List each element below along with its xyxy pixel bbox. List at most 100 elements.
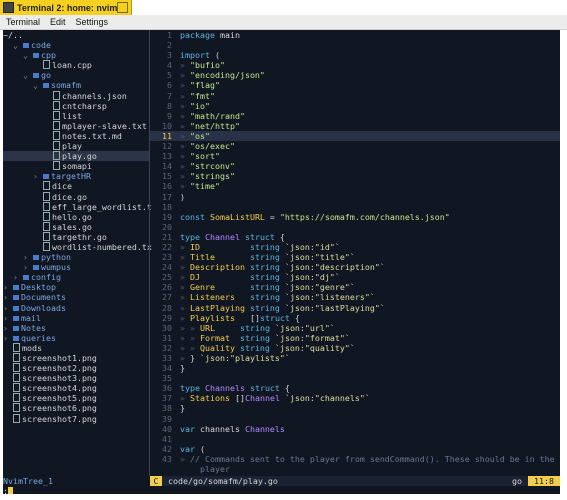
code-line[interactable]: 34} — [150, 363, 560, 373]
tree-folder[interactable]: ⌄ code — [3, 40, 149, 50]
code-line[interactable]: 23 » Title string `json:"title"` — [150, 252, 560, 262]
tree-file[interactable]: targethr.go — [3, 231, 149, 242]
code-line[interactable]: 11 » "os" — [150, 130, 560, 142]
terminal-area[interactable]: ~/.. ⌄ code ⌄ cpp loan.cpp ⌄ go ⌄ somafm… — [3, 30, 560, 494]
code-line[interactable]: 4 » "bufio" — [150, 60, 560, 70]
chevron-down-icon[interactable]: ⌄ — [33, 80, 43, 90]
chevron-right-icon[interactable]: › — [3, 333, 13, 343]
code-line[interactable]: 16 » "time" — [150, 181, 560, 191]
tree-folder[interactable]: ⌄ cpp — [3, 50, 149, 60]
code-line[interactable]: 1 package main — [150, 30, 560, 40]
code-line[interactable]: 36 type Channels struct { — [150, 383, 560, 393]
tree-folder[interactable]: › mail — [3, 313, 149, 323]
code-line[interactable]: 33 » } `json:"playlists"` — [150, 353, 560, 363]
code-line[interactable]: 2 — [150, 40, 560, 50]
tree-file[interactable]: list — [3, 110, 149, 121]
menu-edit[interactable]: Edit — [50, 17, 66, 27]
chevron-right-icon[interactable]: › — [13, 272, 23, 282]
tree-file[interactable]: cntcharsp — [3, 100, 149, 111]
tree-file[interactable]: dice.go — [3, 191, 149, 202]
chevron-down-icon[interactable]: ⌄ — [23, 70, 33, 80]
code-line[interactable]: 37 » Stations []Channel `json:"channels"` — [150, 393, 560, 403]
code-line[interactable]: 32 » » Quality string `json:"quality"` — [150, 343, 560, 353]
code-line[interactable]: player — [150, 464, 560, 474]
tree-folder[interactable]: › Downloads — [3, 303, 149, 313]
detach-icon[interactable] — [117, 2, 128, 13]
tree-file[interactable]: screenshot5.png — [3, 393, 149, 403]
code-line[interactable]: 9 » "math/rand" — [150, 111, 560, 121]
tree-folder[interactable]: ⌄ somafm — [3, 80, 149, 90]
code-line[interactable]: 39 — [150, 414, 560, 424]
code-line[interactable]: 26 » Genre string `json:"genre"` — [150, 282, 560, 292]
chevron-right-icon[interactable]: › — [33, 171, 43, 181]
tree-file[interactable]: somapi — [3, 161, 149, 171]
tree-file[interactable]: channels.json — [3, 90, 149, 101]
code-line[interactable]: 22 » ID string `json:"id"` — [150, 242, 560, 252]
chevron-down-icon[interactable]: ⌄ — [23, 50, 33, 60]
tree-file[interactable]: eff_large_wordlist.t — [3, 201, 152, 212]
chevron-right-icon[interactable]: › — [3, 303, 13, 313]
menu-terminal[interactable]: Terminal — [6, 17, 40, 27]
code-line[interactable]: 29 » Playlists []struct { — [150, 313, 560, 323]
file-tree[interactable]: ~/.. ⌄ code ⌄ cpp loan.cpp ⌄ go ⌄ somafm… — [3, 30, 152, 476]
code-line[interactable]: 30 » » URL string `json:"url"` — [150, 323, 560, 333]
code-line[interactable]: 17) — [150, 192, 560, 202]
code-line[interactable]: 10 » "net/http" — [150, 121, 560, 131]
tree-folder[interactable]: › Documents — [3, 292, 149, 302]
chevron-down-icon[interactable]: ⌄ — [13, 40, 23, 50]
code-line[interactable]: 7 » "fmt" — [150, 91, 560, 101]
code-line[interactable]: 5 » "encoding/json" — [150, 70, 560, 80]
code-line[interactable]: 12 » "os/exec" — [150, 141, 560, 151]
tree-folder[interactable]: › queries — [3, 333, 149, 343]
code-line[interactable]: 40 var channels Channels — [150, 424, 560, 434]
tree-file[interactable]: play — [3, 141, 149, 151]
tree-file[interactable]: loan.cpp — [3, 60, 149, 70]
tree-folder[interactable]: › python — [3, 252, 149, 262]
code-line[interactable]: 14 » "strconv" — [150, 161, 560, 171]
tree-folder[interactable]: › config — [3, 272, 149, 282]
terminal-tab[interactable]: Terminal 2: home: nvim — [0, 0, 132, 15]
code-line[interactable]: 6 » "flag" — [150, 80, 560, 90]
code-line[interactable]: 8 » "io" — [150, 101, 560, 111]
code-line[interactable]: 18 — [150, 202, 560, 212]
chevron-right-icon[interactable]: › — [3, 323, 13, 333]
code-line[interactable]: 19 const SomaListURL = "https://somafm.co… — [150, 212, 560, 222]
tree-file[interactable]: screenshot3.png — [3, 373, 149, 383]
chevron-right-icon[interactable]: › — [3, 313, 13, 323]
code-line[interactable]: 15 » "strings" — [150, 171, 560, 181]
code-line[interactable]: 3 import ( — [150, 50, 560, 60]
tree-folder[interactable]: › Notes — [3, 323, 149, 333]
chevron-right-icon[interactable]: › — [3, 282, 13, 292]
tree-file[interactable]: screenshot6.png — [3, 403, 149, 413]
code-line[interactable]: 28 » LastPlaying string `json:"lastPlayin… — [150, 303, 560, 313]
tree-file[interactable]: screenshot4.png — [3, 383, 149, 393]
code-line[interactable]: 21 type Channel struct { — [150, 232, 560, 242]
tree-file[interactable]: mplayer-slave.txt — [3, 120, 149, 131]
code-line[interactable]: 42 var ( — [150, 444, 560, 454]
code-line[interactable]: 13 » "sort" — [150, 151, 560, 161]
code-line[interactable]: 27 » Listeners string `json:"listeners"` — [150, 292, 560, 302]
tree-folder[interactable]: ⌄ go — [3, 70, 149, 80]
command-line[interactable]: : — [3, 486, 560, 494]
tree-file[interactable]: screenshot2.png — [3, 363, 149, 373]
tree-folder[interactable]: › targetHR — [3, 171, 149, 181]
code-line[interactable]: 35 — [150, 373, 560, 383]
tree-file[interactable]: screenshot1.png — [3, 353, 149, 363]
tree-file[interactable]: wordlist-numbered.tx — [3, 241, 152, 252]
chevron-right-icon[interactable]: › — [3, 292, 13, 302]
tree-file[interactable]: mods — [3, 342, 149, 353]
tree-folder[interactable]: › Desktop — [3, 282, 149, 292]
code-line[interactable]: 20 — [150, 222, 560, 232]
code-line[interactable]: 25 » DJ string `json:"dj"` — [150, 272, 560, 282]
chevron-right-icon[interactable]: › — [23, 262, 33, 272]
code-line[interactable]: 43 » // Commands sent to the player from … — [150, 454, 560, 464]
code-line[interactable]: 38} — [150, 403, 560, 413]
code-editor[interactable]: 1 package main 2 3 import (4 » "bufio" 5 » "enc… — [150, 30, 560, 476]
tree-file[interactable]: notes.txt.md — [3, 130, 149, 141]
tree-file[interactable]: sales.go — [3, 221, 149, 232]
tree-file[interactable]: dice — [3, 181, 149, 191]
code-line[interactable]: 24 » Description string `json:"descriptio… — [150, 262, 560, 272]
code-line[interactable]: 41 — [150, 434, 560, 444]
tree-file[interactable]: play.go — [3, 151, 149, 162]
tree-file[interactable]: hello.go — [3, 211, 149, 222]
